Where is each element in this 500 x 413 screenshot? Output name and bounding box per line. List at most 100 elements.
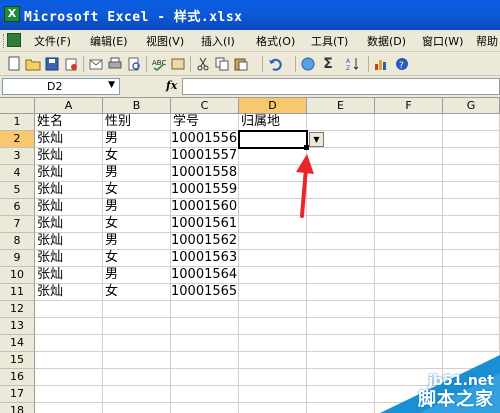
cell-a5[interactable]: 张灿: [35, 182, 103, 199]
cell-e18[interactable]: [307, 403, 375, 413]
validation-dropdown-button[interactable]: ▼: [309, 132, 324, 147]
hyperlink-icon[interactable]: [300, 56, 316, 72]
row-header-9[interactable]: 9: [0, 250, 35, 267]
cell-b13[interactable]: [103, 318, 171, 335]
cell-g14[interactable]: [443, 335, 500, 352]
cell-a1[interactable]: 姓名: [35, 114, 103, 131]
cell-b16[interactable]: [103, 369, 171, 386]
cell-g13[interactable]: [443, 318, 500, 335]
cell-f17[interactable]: [375, 386, 443, 403]
cell-f13[interactable]: [375, 318, 443, 335]
cell-f18[interactable]: [375, 403, 443, 413]
email-icon[interactable]: [88, 56, 104, 72]
cell-e11[interactable]: [307, 284, 375, 301]
cell-g4[interactable]: [443, 165, 500, 182]
cell-c4[interactable]: 10001558: [171, 165, 239, 182]
cell-d11[interactable]: [239, 284, 307, 301]
cell-f9[interactable]: [375, 250, 443, 267]
row-header-18[interactable]: 18: [0, 403, 35, 413]
cell-g16[interactable]: [443, 369, 500, 386]
row-header-6[interactable]: 6: [0, 199, 35, 216]
cell-a13[interactable]: [35, 318, 103, 335]
cell-a15[interactable]: [35, 352, 103, 369]
cell-c6[interactable]: 10001560: [171, 199, 239, 216]
permission-icon[interactable]: [63, 56, 79, 72]
cell-f4[interactable]: [375, 165, 443, 182]
undo-icon[interactable]: [267, 56, 283, 72]
column-header-b[interactable]: B: [103, 98, 171, 114]
cell-a2[interactable]: 张灿: [35, 131, 103, 148]
cell-g3[interactable]: [443, 148, 500, 165]
row-header-14[interactable]: 14: [0, 335, 35, 352]
cell-f3[interactable]: [375, 148, 443, 165]
cell-c8[interactable]: 10001562: [171, 233, 239, 250]
row-header-16[interactable]: 16: [0, 369, 35, 386]
spelling-icon[interactable]: ABC: [151, 56, 167, 72]
cell-d14[interactable]: [239, 335, 307, 352]
cell-b11[interactable]: 女: [103, 284, 171, 301]
cell-b18[interactable]: [103, 403, 171, 413]
cell-f7[interactable]: [375, 216, 443, 233]
cell-d10[interactable]: [239, 267, 307, 284]
select-all-corner[interactable]: [0, 98, 35, 114]
column-header-g[interactable]: G: [443, 98, 500, 114]
row-header-2[interactable]: 2: [0, 131, 35, 148]
cell-c11[interactable]: 10001565: [171, 284, 239, 301]
cell-a18[interactable]: [35, 403, 103, 413]
cell-a8[interactable]: 张灿: [35, 233, 103, 250]
cell-a17[interactable]: [35, 386, 103, 403]
row-header-11[interactable]: 11: [0, 284, 35, 301]
cell-f2[interactable]: [375, 131, 443, 148]
cell-a16[interactable]: [35, 369, 103, 386]
print-preview-icon[interactable]: [126, 56, 142, 72]
cell-g6[interactable]: [443, 199, 500, 216]
row-header-13[interactable]: 13: [0, 318, 35, 335]
cell-b9[interactable]: 女: [103, 250, 171, 267]
cell-b3[interactable]: 女: [103, 148, 171, 165]
row-header-1[interactable]: 1: [0, 114, 35, 131]
cell-f5[interactable]: [375, 182, 443, 199]
cell-g2[interactable]: [443, 131, 500, 148]
cell-a11[interactable]: 张灿: [35, 284, 103, 301]
cell-d16[interactable]: [239, 369, 307, 386]
menu-data[interactable]: 数据(D): [367, 33, 406, 49]
cell-c13[interactable]: [171, 318, 239, 335]
cell-b14[interactable]: [103, 335, 171, 352]
menu-file[interactable]: 文件(F): [34, 33, 71, 49]
cell-d8[interactable]: [239, 233, 307, 250]
cell-e8[interactable]: [307, 233, 375, 250]
menu-view[interactable]: 视图(V): [146, 33, 184, 49]
cell-d2[interactable]: [238, 130, 308, 149]
cell-g7[interactable]: [443, 216, 500, 233]
cell-g9[interactable]: [443, 250, 500, 267]
save-icon[interactable]: [44, 56, 60, 72]
chevron-down-icon[interactable]: ▼: [108, 80, 115, 90]
cell-f14[interactable]: [375, 335, 443, 352]
menu-window[interactable]: 窗口(W): [422, 33, 463, 49]
cell-b4[interactable]: 男: [103, 165, 171, 182]
cell-f8[interactable]: [375, 233, 443, 250]
cell-c1[interactable]: 学号: [171, 114, 239, 131]
document-icon[interactable]: [7, 33, 21, 47]
row-header-7[interactable]: 7: [0, 216, 35, 233]
cell-e10[interactable]: [307, 267, 375, 284]
research-icon[interactable]: [170, 56, 186, 72]
cell-b6[interactable]: 男: [103, 199, 171, 216]
row-header-10[interactable]: 10: [0, 267, 35, 284]
cell-e14[interactable]: [307, 335, 375, 352]
cell-f11[interactable]: [375, 284, 443, 301]
cell-c17[interactable]: [171, 386, 239, 403]
cell-a6[interactable]: 张灿: [35, 199, 103, 216]
cell-b17[interactable]: [103, 386, 171, 403]
cell-c5[interactable]: 10001559: [171, 182, 239, 199]
cell-f10[interactable]: [375, 267, 443, 284]
autosum-icon[interactable]: Σ: [320, 56, 336, 72]
row-header-8[interactable]: 8: [0, 233, 35, 250]
name-box[interactable]: D2 ▼: [2, 78, 120, 95]
cell-g8[interactable]: [443, 233, 500, 250]
print-icon[interactable]: [107, 56, 123, 72]
menu-tools[interactable]: 工具(T): [311, 33, 348, 49]
cell-e17[interactable]: [307, 386, 375, 403]
copy-icon[interactable]: [214, 56, 230, 72]
cell-b12[interactable]: [103, 301, 171, 318]
